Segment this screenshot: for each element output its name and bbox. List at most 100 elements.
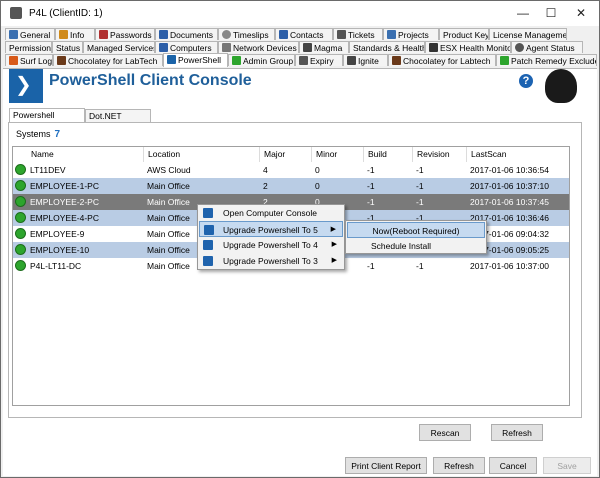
cell-build: -1 [367, 261, 375, 271]
clock-icon [222, 30, 231, 39]
column-header-revision[interactable]: Revision [413, 147, 467, 162]
online-status-icon [15, 260, 26, 271]
cell-revision: -1 [416, 181, 424, 191]
cancel-button[interactable]: Cancel [489, 457, 537, 474]
column-header-major[interactable]: Major [260, 147, 312, 162]
cell-name: LT11DEV [30, 165, 66, 175]
powershell-icon [204, 225, 214, 235]
tab-surf-log[interactable]: Surf Log [5, 54, 53, 66]
table-row[interactable]: EMPLOYEE-1-PC Main Office 2 0 -1 -1 2017… [13, 178, 569, 194]
contacts-icon [279, 30, 288, 39]
tab-permissions[interactable]: Permissions [5, 41, 52, 53]
cell-major: 2 [263, 181, 268, 191]
column-header-build[interactable]: Build [364, 147, 413, 162]
close-button[interactable]: ✕ [569, 5, 593, 21]
cell-name: EMPLOYEE-10 [30, 245, 90, 255]
cell-revision: -1 [416, 165, 424, 175]
cell-name: EMPLOYEE-1-PC [30, 181, 99, 191]
computer-icon [159, 43, 168, 52]
tab-esx-health-monitor[interactable]: ESX Health Monitor [425, 41, 511, 53]
powershell-icon [203, 256, 213, 266]
menu-upgrade-powershell-4[interactable]: Upgrade Powershell To 4 ▶ [199, 237, 343, 253]
column-header-location[interactable]: Location [144, 147, 260, 162]
print-client-report-button[interactable]: Print Client Report [345, 457, 427, 474]
tab-tickets[interactable]: Tickets [333, 28, 383, 40]
cell-lastscan: 2017-01-06 10:37:45 [470, 197, 549, 207]
powershell-icon [203, 240, 213, 250]
refresh-button[interactable]: Refresh [433, 457, 485, 474]
table-row[interactable]: LT11DEV AWS Cloud 4 0 -1 -1 2017-01-06 1… [13, 162, 569, 178]
online-status-icon [15, 244, 26, 255]
window-title: P4L (ClientID: 1) [29, 8, 103, 19]
menu-open-computer-console[interactable]: Open Computer Console [199, 205, 343, 221]
powershell-logo-icon: ❯ [9, 69, 43, 103]
help-icon[interactable]: ? [519, 74, 533, 88]
tab-expiry[interactable]: Expiry [295, 54, 343, 66]
menu-upgrade-powershell-3[interactable]: Upgrade Powershell To 3 ▶ [199, 253, 343, 269]
tab-chocolatey-labtech[interactable]: Chocolatey for LabTech [53, 54, 163, 66]
context-menu: Open Computer Console Upgrade Powershell… [197, 204, 345, 270]
chocolatey-icon [392, 56, 401, 65]
tab-agent-status[interactable]: Agent Status [511, 41, 583, 53]
submenu-arrow-icon: ▶ [331, 241, 337, 248]
cell-revision: -1 [416, 197, 424, 207]
tickets-icon [337, 30, 346, 39]
network-icon [222, 43, 231, 52]
column-header-minor[interactable]: Minor [312, 147, 364, 162]
cell-location: Main Office [147, 261, 190, 271]
tab-timeslips[interactable]: Timeslips [218, 28, 275, 40]
app-icon [10, 7, 22, 19]
page-title: PowerShell Client Console [49, 72, 252, 89]
column-header-name[interactable]: Name [27, 147, 144, 162]
column-header-lastscan[interactable]: LastScan [467, 147, 569, 162]
rescan-button[interactable]: Rescan [419, 424, 471, 441]
tab-passwords[interactable]: Passwords [95, 28, 155, 40]
subtab-powershell-versions[interactable]: Powershell Versions [9, 108, 85, 133]
menu-now-reboot-required[interactable]: Now(Reboot Required) [347, 222, 485, 238]
menu-upgrade-powershell-5[interactable]: Upgrade Powershell To 5 ▶ [199, 221, 343, 237]
menu-schedule-install[interactable]: Schedule Install [347, 238, 485, 254]
tab-general[interactable]: General [5, 28, 55, 40]
tab-patch-remedy-excludes[interactable]: Patch Remedy Excludes [496, 54, 597, 66]
tab-admin-group[interactable]: Admin Group [228, 54, 295, 66]
tab-chocolatey-labtech-2[interactable]: Chocolatey for Labtech [388, 54, 496, 66]
save-button[interactable]: Save [543, 457, 591, 474]
systems-count: Systems 7 [16, 129, 61, 140]
online-status-icon [15, 180, 26, 191]
grid-refresh-button[interactable]: Refresh [491, 424, 543, 441]
tab-computers[interactable]: Computers [155, 41, 218, 53]
tab-powershell[interactable]: PowerShell [163, 53, 228, 67]
cell-lastscan: 2017-01-06 10:36:54 [470, 165, 549, 175]
ignite-icon [347, 56, 356, 65]
powershell-icon [167, 55, 176, 64]
tab-documents[interactable]: Documents [155, 28, 218, 40]
tab-network-devices[interactable]: Network Devices [218, 41, 299, 53]
tab-license-management[interactable]: License Management [489, 28, 567, 40]
systems-count-value: 7 [54, 129, 61, 140]
esx-icon [429, 43, 438, 52]
submenu-arrow-icon: ▶ [331, 257, 337, 264]
chocolatey-icon [57, 56, 66, 65]
tab-product-keys[interactable]: Product Keys [439, 28, 489, 40]
systems-grid[interactable]: Name Location Major Minor Build Revision… [12, 146, 570, 406]
tab-info[interactable]: Info [55, 28, 95, 40]
tab-managed-services[interactable]: Managed Services [83, 41, 155, 53]
tab-magma[interactable]: Magma [299, 41, 349, 53]
cell-lastscan: 2017-01-06 10:37:00 [470, 261, 549, 271]
tab-row-3: Surf Log Chocolatey for LabTech PowerShe… [1, 53, 599, 67]
tab-projects[interactable]: Projects [383, 28, 439, 40]
tab-contacts[interactable]: Contacts [275, 28, 333, 40]
tab-status[interactable]: Status [52, 41, 83, 53]
tab-standards-health[interactable]: Standards & Health [349, 41, 425, 53]
minimize-button[interactable]: — [511, 5, 535, 21]
cell-location: Main Office [147, 245, 190, 255]
app-window: P4L (ClientID: 1) — ☐ ✕ General Info Pas… [0, 0, 600, 478]
cell-minor: 0 [315, 165, 320, 175]
expiry-icon [299, 56, 308, 65]
subtab-dotnet-versions[interactable]: Dot.NET Versions [85, 109, 151, 134]
tab-row-2: Permissions Status Managed Services Comp… [1, 41, 599, 54]
tab-ignite[interactable]: Ignite [343, 54, 388, 66]
maximize-button[interactable]: ☐ [539, 5, 563, 21]
projects-icon [387, 30, 396, 39]
online-status-icon [15, 196, 26, 207]
